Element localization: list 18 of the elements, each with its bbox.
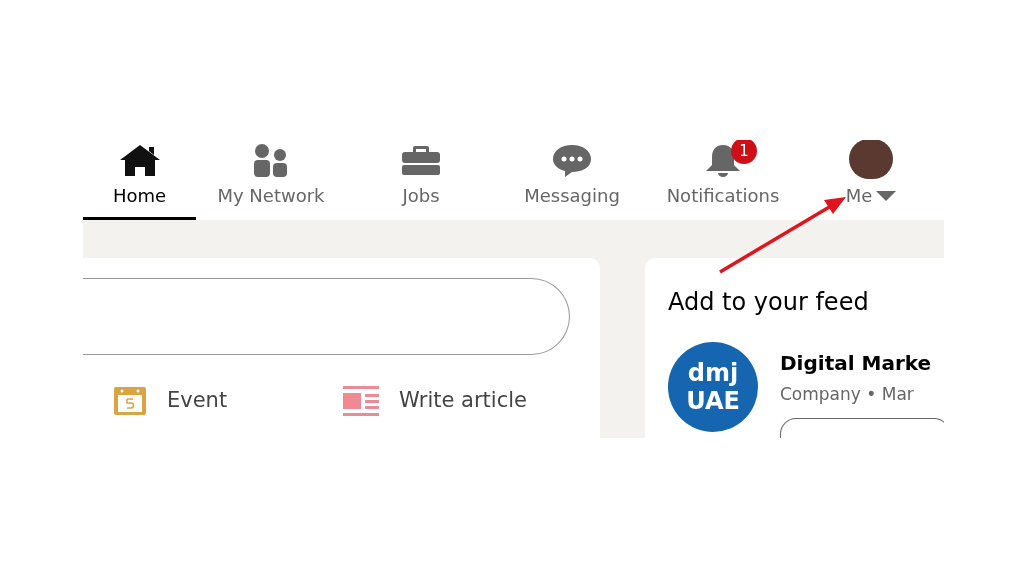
briefcase-icon <box>401 143 441 176</box>
avatar <box>849 140 893 179</box>
nav-tab[interactable]: Messaging <box>496 140 648 220</box>
company-logo: dmj UAE <box>668 342 758 432</box>
caret-icon <box>876 191 897 201</box>
notification-badge: 1 <box>731 140 757 164</box>
calendar-icon <box>113 386 147 416</box>
feed-title: Add to your feed <box>668 287 870 318</box>
company-name[interactable]: Digital Marke <box>780 348 944 378</box>
share-action[interactable]: Event <box>113 383 343 419</box>
nav-tab[interactable]: 1 Notifications <box>648 140 798 220</box>
company-subtitle: Company • Mar <box>780 383 915 406</box>
nav-tab[interactable]: My Network <box>196 140 346 220</box>
people-icon <box>252 142 290 177</box>
share-action[interactable]: Write article <box>343 383 583 419</box>
nav-tab[interactable]: Me <box>798 140 944 220</box>
nav-tab[interactable]: Jobs <box>346 140 496 220</box>
article-icon <box>343 386 379 416</box>
